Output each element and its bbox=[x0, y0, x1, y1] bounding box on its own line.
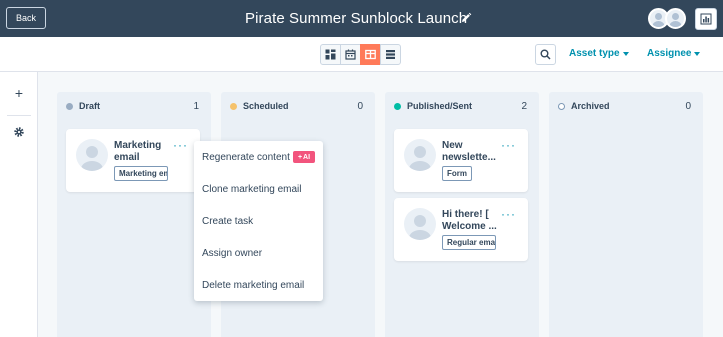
menu-item-assign-owner[interactable]: Assign owner bbox=[202, 248, 262, 259]
asset-type-tag: Marketing email bbox=[114, 166, 168, 181]
bar-chart-icon bbox=[700, 13, 712, 25]
pencil-edit-icon[interactable] bbox=[460, 12, 472, 24]
more-options-icon[interactable]: ··· bbox=[501, 208, 516, 220]
assignee-label: Assignee bbox=[647, 48, 692, 59]
grid-view-icon bbox=[325, 49, 336, 60]
column-header: Published/Sent 2 bbox=[385, 92, 539, 120]
menu-item-clone-email[interactable]: Clone marketing email bbox=[202, 184, 302, 195]
card-title: Hi there! [ Welcome ... bbox=[442, 209, 497, 232]
column-title: Draft bbox=[79, 101, 101, 111]
avatar bbox=[665, 8, 686, 29]
status-dot bbox=[394, 102, 401, 110]
search-icon bbox=[540, 49, 551, 60]
board-view-button[interactable] bbox=[360, 44, 381, 65]
status-dot bbox=[66, 102, 73, 110]
left-sidebar: + bbox=[0, 72, 38, 337]
board-view-icon bbox=[365, 49, 376, 60]
reports-button[interactable] bbox=[695, 8, 717, 30]
status-dot bbox=[230, 102, 237, 110]
search-button[interactable] bbox=[535, 44, 556, 65]
calendar-view-button[interactable] bbox=[340, 44, 361, 65]
top-header: Back Pirate Summer Sunblock Launch bbox=[0, 0, 723, 37]
chevron-down-icon bbox=[622, 51, 629, 56]
ai-sparkle-icon: + bbox=[297, 153, 303, 161]
list-view-icon bbox=[386, 50, 395, 59]
view-toolbar: Asset type Assignee bbox=[0, 37, 723, 72]
list-view-button[interactable] bbox=[380, 44, 401, 65]
column-title: Scheduled bbox=[243, 101, 289, 111]
calendar-view-icon bbox=[345, 49, 356, 60]
column-published: Published/Sent 2 New newslette... Form ·… bbox=[385, 92, 539, 337]
divider bbox=[7, 115, 31, 116]
column-archived: Archived 0 bbox=[549, 92, 703, 337]
more-options-icon[interactable]: ··· bbox=[173, 139, 188, 151]
card-title: New newslette... bbox=[442, 140, 496, 163]
ai-badge-label: AI bbox=[303, 153, 311, 161]
asset-type-filter[interactable]: Asset type bbox=[569, 48, 629, 59]
back-button[interactable]: Back bbox=[6, 7, 46, 29]
avatar bbox=[404, 139, 436, 171]
asset-card[interactable]: Marketing email Marketing email ··· bbox=[66, 129, 200, 192]
kanban-board: Draft 1 Marketing email Marketing email … bbox=[38, 72, 723, 337]
column-count: 0 bbox=[357, 101, 363, 112]
chevron-down-icon bbox=[694, 51, 701, 56]
card-actions-menu: Regenerate content Clone marketing email… bbox=[194, 141, 323, 301]
card-title: Marketing email bbox=[114, 140, 162, 163]
menu-item-create-task[interactable]: Create task bbox=[202, 216, 253, 227]
column-count: 2 bbox=[521, 101, 527, 112]
column-count: 1 bbox=[193, 101, 199, 112]
column-draft: Draft 1 Marketing email Marketing email … bbox=[57, 92, 211, 337]
view-switcher bbox=[320, 44, 401, 65]
column-header: Archived 0 bbox=[549, 92, 703, 120]
column-title: Archived bbox=[571, 101, 610, 111]
asset-type-label: Asset type bbox=[569, 48, 620, 59]
avatar bbox=[404, 208, 436, 240]
asset-type-tag: Regular email bbox=[442, 235, 496, 250]
asset-type-tag: Form bbox=[442, 166, 472, 181]
add-icon[interactable]: + bbox=[12, 86, 26, 100]
ai-badge: + AI bbox=[293, 151, 315, 163]
asset-card[interactable]: Hi there! [ Welcome ... Regular email ··… bbox=[394, 198, 528, 261]
more-options-icon[interactable]: ··· bbox=[501, 139, 516, 151]
status-dot bbox=[558, 102, 565, 110]
menu-item-delete-email[interactable]: Delete marketing email bbox=[202, 280, 304, 291]
column-title: Published/Sent bbox=[407, 101, 473, 111]
menu-item-regenerate-content[interactable]: Regenerate content bbox=[202, 152, 290, 163]
asset-card[interactable]: New newslette... Form ··· bbox=[394, 129, 528, 192]
column-header: Scheduled 0 bbox=[221, 92, 375, 120]
grid-view-button[interactable] bbox=[320, 44, 341, 65]
gear-icon[interactable] bbox=[13, 126, 25, 138]
collaborator-avatars[interactable] bbox=[648, 8, 690, 29]
column-header: Draft 1 bbox=[57, 92, 211, 120]
assignee-filter[interactable]: Assignee bbox=[647, 48, 701, 59]
avatar bbox=[76, 139, 108, 171]
column-count: 0 bbox=[685, 101, 691, 112]
page-title: Pirate Summer Sunblock Launch bbox=[245, 10, 468, 27]
